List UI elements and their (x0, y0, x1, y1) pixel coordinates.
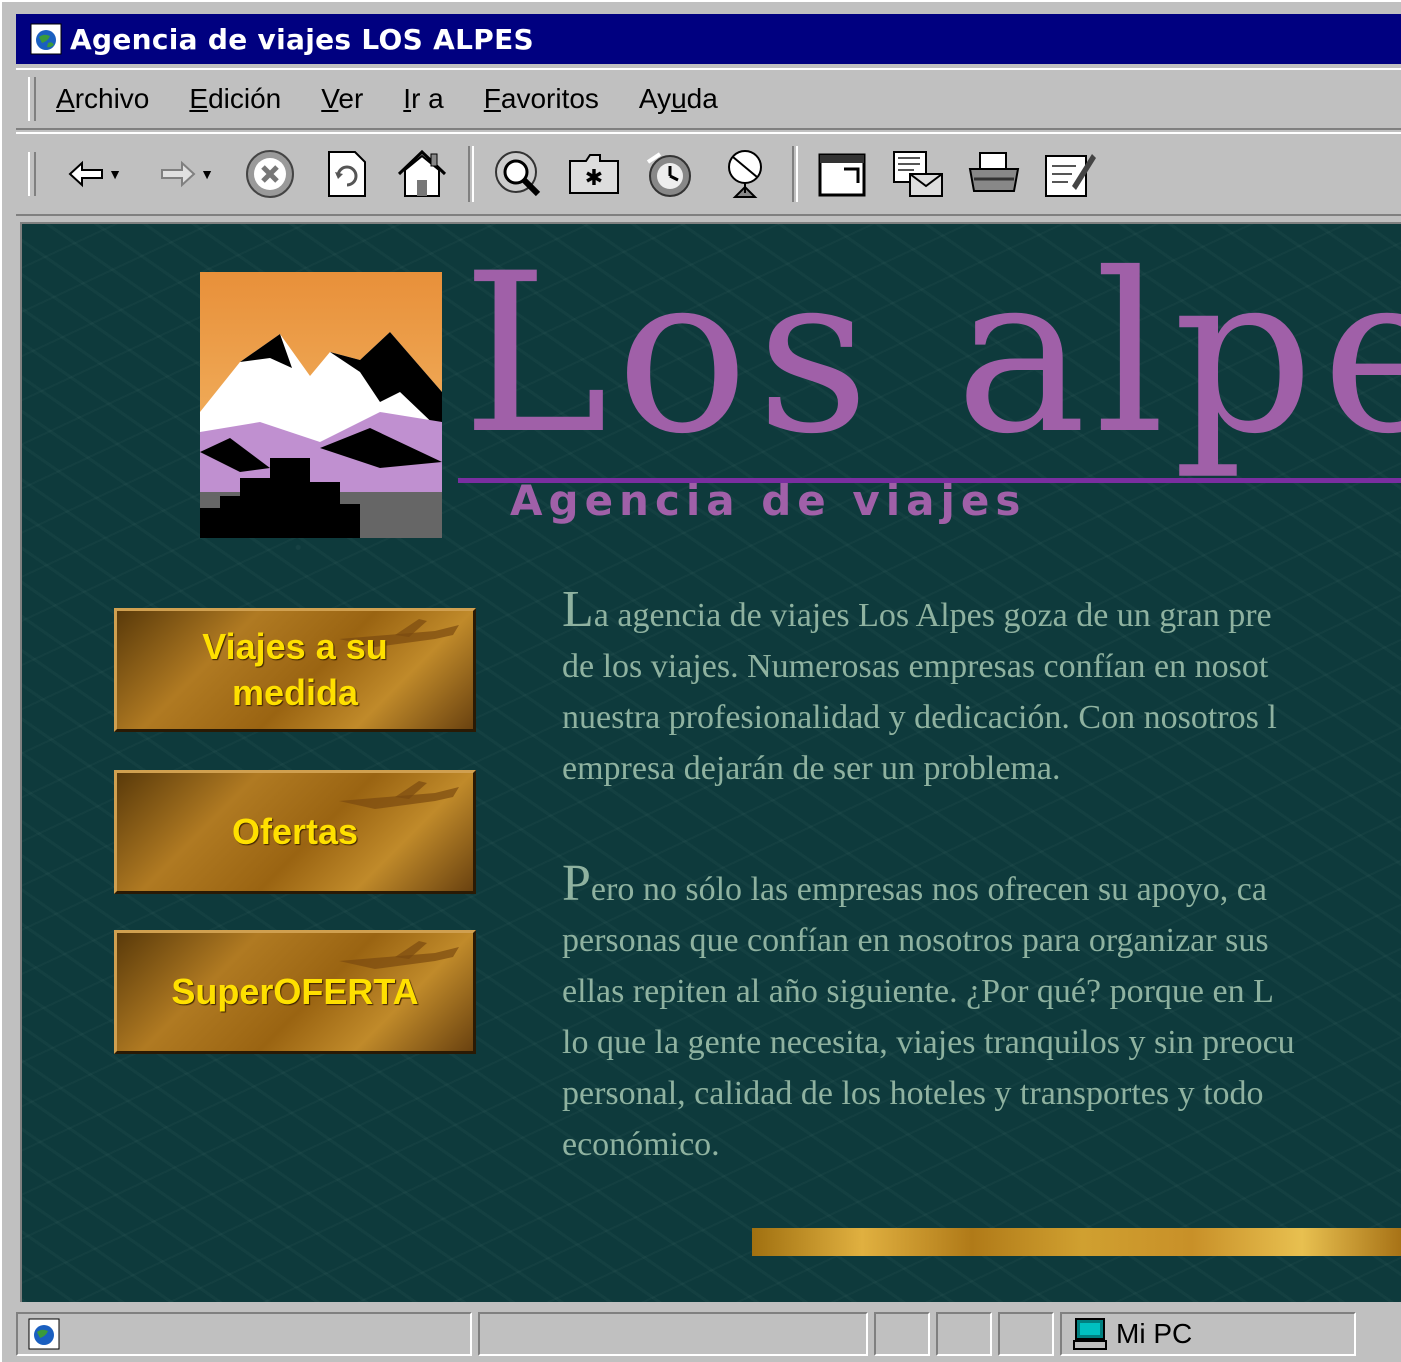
menu-archivo[interactable]: Archivo (56, 83, 149, 115)
back-button[interactable]: ▼ (56, 144, 132, 204)
status-pane (998, 1312, 1054, 1356)
security-zone-label: Mi PC (1116, 1318, 1193, 1349)
status-pane (874, 1312, 930, 1356)
drop-cap: P (562, 855, 591, 912)
ie-page-icon (28, 1318, 60, 1350)
toolbar: ▼ ▼ ✱ (16, 132, 1401, 216)
intro-paragraph: La agencia de viajes Los Alpes goza de u… (562, 584, 1401, 794)
menu-favoritos[interactable]: Favoritos (484, 83, 599, 115)
svg-text:✱: ✱ (585, 166, 603, 191)
refresh-icon (328, 151, 366, 197)
forward-dropdown-icon[interactable]: ▼ (200, 166, 214, 182)
nav-label: medida (231, 672, 359, 713)
nav-label: SuperOFERTA (171, 971, 419, 1012)
status-zone-pane: Mi PC (1060, 1312, 1356, 1356)
forward-icon (161, 160, 196, 188)
toolbar-separator (792, 146, 798, 202)
nav-label: Ofertas (231, 811, 359, 852)
text-line: lo que la gente necesita, viajes tranqui… (562, 1024, 1295, 1061)
stop-button[interactable] (240, 144, 300, 204)
fullscreen-icon (818, 153, 866, 197)
mail-icon (893, 151, 943, 197)
status-pane (936, 1312, 992, 1356)
title-bar[interactable]: Agencia de viajes LOS ALPES (16, 14, 1401, 64)
home-button[interactable] (392, 144, 452, 204)
nav-ofertas[interactable]: Ofertas (114, 770, 476, 894)
menu-bar: Archivo Edición Ver Ir a Favoritos Ayuda (16, 68, 1401, 130)
print-button[interactable] (964, 144, 1024, 204)
nav-superoferta[interactable]: SuperOFERTA (114, 930, 476, 1054)
toolbar-separator (468, 146, 474, 202)
print-icon (968, 152, 1020, 192)
computer-icon (1073, 1318, 1107, 1350)
home-icon (397, 149, 447, 197)
gold-divider (752, 1228, 1401, 1256)
window-title: Agencia de viajes LOS ALPES (70, 22, 534, 56)
menubar-grip[interactable] (28, 77, 36, 121)
stop-icon (246, 150, 294, 198)
text-line: ero no sólo las empresas nos ofrecen su … (590, 871, 1267, 908)
edit-icon (1045, 154, 1096, 197)
back-dropdown-icon[interactable]: ▼ (108, 166, 122, 182)
search-button[interactable] (488, 144, 548, 204)
channels-icon (728, 150, 762, 198)
menu-ver[interactable]: Ver (321, 83, 363, 115)
text-line: a agencia de viajes Los Alpes goza de un… (593, 597, 1272, 634)
text-line: personal, calidad de los hoteles y trans… (562, 1075, 1264, 1112)
history-button[interactable] (640, 144, 700, 204)
text-line: personas que confían en nosotros para or… (562, 922, 1269, 959)
toolbar-grip[interactable] (28, 152, 36, 196)
drop-cap: L (562, 581, 594, 638)
history-icon (646, 152, 691, 197)
favorites-icon: ✱ (569, 154, 619, 194)
text-line: empresa dejarán de ser un problema. (562, 750, 1061, 787)
favorites-button[interactable]: ✱ (564, 144, 624, 204)
forward-button[interactable]: ▼ (148, 144, 224, 204)
search-icon (495, 151, 541, 197)
status-bar: Mi PC (16, 1306, 1401, 1362)
back-icon (68, 160, 104, 188)
channels-button[interactable] (716, 144, 776, 204)
mail-button[interactable] (888, 144, 948, 204)
edit-button[interactable] (1040, 144, 1100, 204)
text-line: nuestra profesionalidad y dedicación. Co… (562, 699, 1277, 736)
nav-viajes-a-su-medida[interactable]: Viajes a su medida (114, 608, 476, 732)
menu-edicion[interactable]: Edición (189, 83, 281, 115)
menu-ayuda[interactable]: Ayuda (639, 83, 718, 115)
text-line: económico. (562, 1126, 720, 1163)
fullscreen-button[interactable] (812, 144, 872, 204)
mountain-logo (200, 272, 442, 538)
page-content[interactable]: Los alpes Agencia de viajes Viajes a su m… (20, 222, 1401, 1302)
menu-ir-a[interactable]: Ir a (403, 83, 443, 115)
status-progress-pane (478, 1312, 868, 1356)
text-line: ellas repiten al año siguiente. ¿Por qué… (562, 973, 1274, 1010)
text-line: de los viajes. Numerosas empresas confía… (562, 648, 1269, 685)
nav-label: Viajes a su (202, 626, 388, 667)
brand-tagline: Agencia de viajes (510, 476, 1027, 525)
brand-title: Los alpes (462, 226, 1401, 482)
ie-page-icon (30, 23, 62, 55)
second-paragraph: Pero no sólo las empresas nos ofrecen su… (562, 858, 1401, 1170)
status-text-pane (16, 1312, 472, 1356)
browser-window: Agencia de viajes LOS ALPES Archivo Edic… (0, 0, 1401, 1362)
refresh-button[interactable] (316, 144, 376, 204)
